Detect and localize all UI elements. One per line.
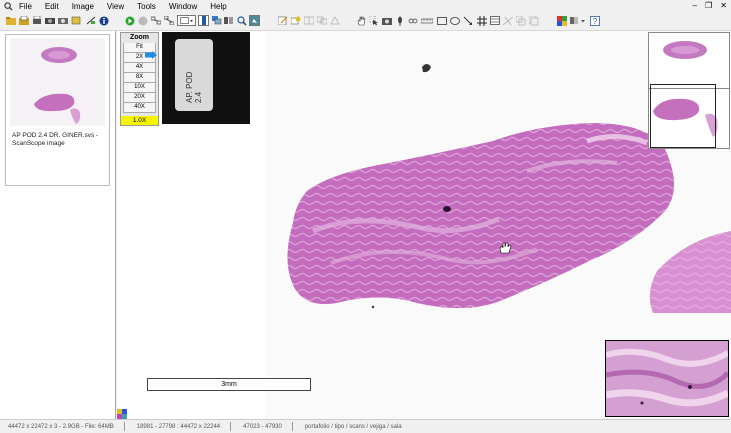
edit-annotation-icon[interactable]	[277, 15, 288, 26]
zoom-panel: Zoom Fit 2X 4X 8X 10X 20X 40X 1.0X	[120, 32, 159, 126]
status-separator	[291, 422, 293, 431]
menu-window[interactable]: Window	[169, 2, 197, 11]
stop-gray-icon[interactable]	[137, 15, 148, 26]
open-file-icon[interactable]	[18, 15, 29, 26]
menu-image[interactable]: Image	[72, 2, 94, 11]
network-icon[interactable]	[163, 15, 174, 26]
zoom-current-value: 1.0X	[121, 116, 158, 125]
status-region: 18981 - 27798 : 44472 x 22244	[136, 423, 221, 430]
menu-help[interactable]: Help	[210, 2, 226, 11]
copy-tool-icon[interactable]	[515, 15, 526, 26]
menu-bar: File Edit Image View Tools Window Help	[0, 0, 731, 13]
zoom-title: Zoom	[129, 34, 150, 41]
scale-bar: 3mm	[147, 378, 311, 391]
annotation-layers-icon[interactable]	[290, 15, 301, 26]
line-tool-icon[interactable]	[462, 15, 473, 26]
slide-label-text: AP. POD 2.4	[185, 71, 203, 103]
zoom-4x-button[interactable]: 4X	[123, 63, 156, 73]
thumbnail-caption: AP POD 2.4 DR. GINER.svs - ScanScope ima…	[12, 132, 99, 147]
zoom-10x-button[interactable]: 10X	[123, 83, 156, 93]
compare-icon[interactable]	[223, 15, 234, 26]
pan-hand-icon[interactable]	[355, 15, 366, 26]
overview-viewport-rect[interactable]	[650, 84, 716, 148]
stack-tool-icon[interactable]	[528, 15, 539, 26]
annotation-clear-icon[interactable]	[329, 15, 340, 26]
annotation-grid-icon[interactable]	[303, 15, 314, 26]
status-coords: 47023 - 47930	[243, 423, 282, 430]
restore-button[interactable]: ❐	[705, 1, 712, 10]
selection-dropdown[interactable]	[177, 15, 196, 26]
minimize-button[interactable]: –	[693, 1, 697, 10]
annotation-link-icon[interactable]	[316, 15, 327, 26]
slide-viewer[interactable]: Zoom Fit 2X 4X 8X 10X 20X 40X 1.0X AP. P…	[117, 31, 731, 419]
magnifier-tissue-image	[606, 341, 728, 416]
annotation-list-icon[interactable]	[85, 15, 96, 26]
status-separator	[123, 422, 125, 431]
scanner-icon[interactable]	[44, 15, 55, 26]
grid-tool-icon[interactable]	[476, 15, 487, 26]
slide-label-paper: AP. POD 2.4	[175, 39, 213, 111]
select-arrow-icon[interactable]	[368, 15, 379, 26]
color-indicator-icon	[117, 409, 127, 419]
thumbnail-tissue-image	[34, 47, 81, 124]
image-thumbnail[interactable]: AP POD 2.4 DR. GINER.svs - ScanScope ima…	[5, 34, 110, 186]
svg-text:?: ?	[592, 17, 597, 26]
zoom-20x-button[interactable]: 20X	[123, 93, 156, 103]
color-palette-icon[interactable]	[556, 15, 567, 26]
camera-icon[interactable]	[57, 15, 68, 26]
rectangle-tool-icon[interactable]	[436, 15, 447, 26]
status-dimensions: 44472 x 22472 x 3 - 2.9GB - File: 64MB	[8, 423, 114, 430]
menu-file[interactable]: File	[19, 2, 32, 11]
info-icon[interactable]	[98, 15, 109, 26]
channel-dropdown[interactable]	[569, 15, 586, 26]
menu-view[interactable]: View	[107, 2, 124, 11]
go-green-icon[interactable]	[124, 15, 135, 26]
zoom-8x-button[interactable]: 8X	[123, 73, 156, 83]
export-icon[interactable]	[70, 15, 81, 26]
zoom-40x-button[interactable]: 40X	[123, 103, 156, 113]
slide-view-icon[interactable]	[198, 15, 209, 26]
toolbar: ?	[0, 13, 731, 31]
link-icon[interactable]	[150, 15, 161, 26]
zoom-icon[interactable]	[236, 15, 247, 26]
snapshot-icon[interactable]	[381, 15, 392, 26]
status-description: portafolio / tipo / scans / vejiga / sal…	[304, 423, 402, 430]
status-bar: 44472 x 22472 x 3 - 2.9GB - File: 64MB 1…	[0, 419, 731, 433]
ruler-icon[interactable]	[420, 15, 433, 26]
ellipse-tool-icon[interactable]	[449, 15, 460, 26]
thumbnail-preview	[10, 38, 105, 126]
overview-navigator[interactable]	[648, 32, 730, 149]
close-button[interactable]: ✕	[720, 1, 727, 10]
pen-icon[interactable]	[394, 15, 405, 26]
window-controls: – ❐ ✕	[693, 1, 727, 10]
crop-tool-icon[interactable]	[502, 15, 513, 26]
menu-edit[interactable]: Edit	[45, 2, 59, 11]
image-list-panel: AP POD 2.4 DR. GINER.svs - ScanScope ima…	[0, 31, 116, 419]
help-icon[interactable]: ?	[589, 15, 600, 26]
zoom-indicator-arrow-icon	[145, 51, 157, 59]
app-icon	[4, 2, 13, 11]
open-folder-icon[interactable]	[5, 15, 16, 26]
status-separator	[230, 422, 232, 431]
magnifier-window	[605, 340, 729, 417]
image-adjust-icon[interactable]	[249, 15, 260, 26]
layers-icon[interactable]	[211, 15, 222, 26]
print-icon[interactable]	[31, 15, 42, 26]
menu-tools[interactable]: Tools	[137, 2, 156, 11]
slide-label-image: AP. POD 2.4	[162, 32, 250, 124]
table-tool-icon[interactable]	[489, 15, 500, 26]
measure-icon[interactable]	[407, 15, 418, 26]
